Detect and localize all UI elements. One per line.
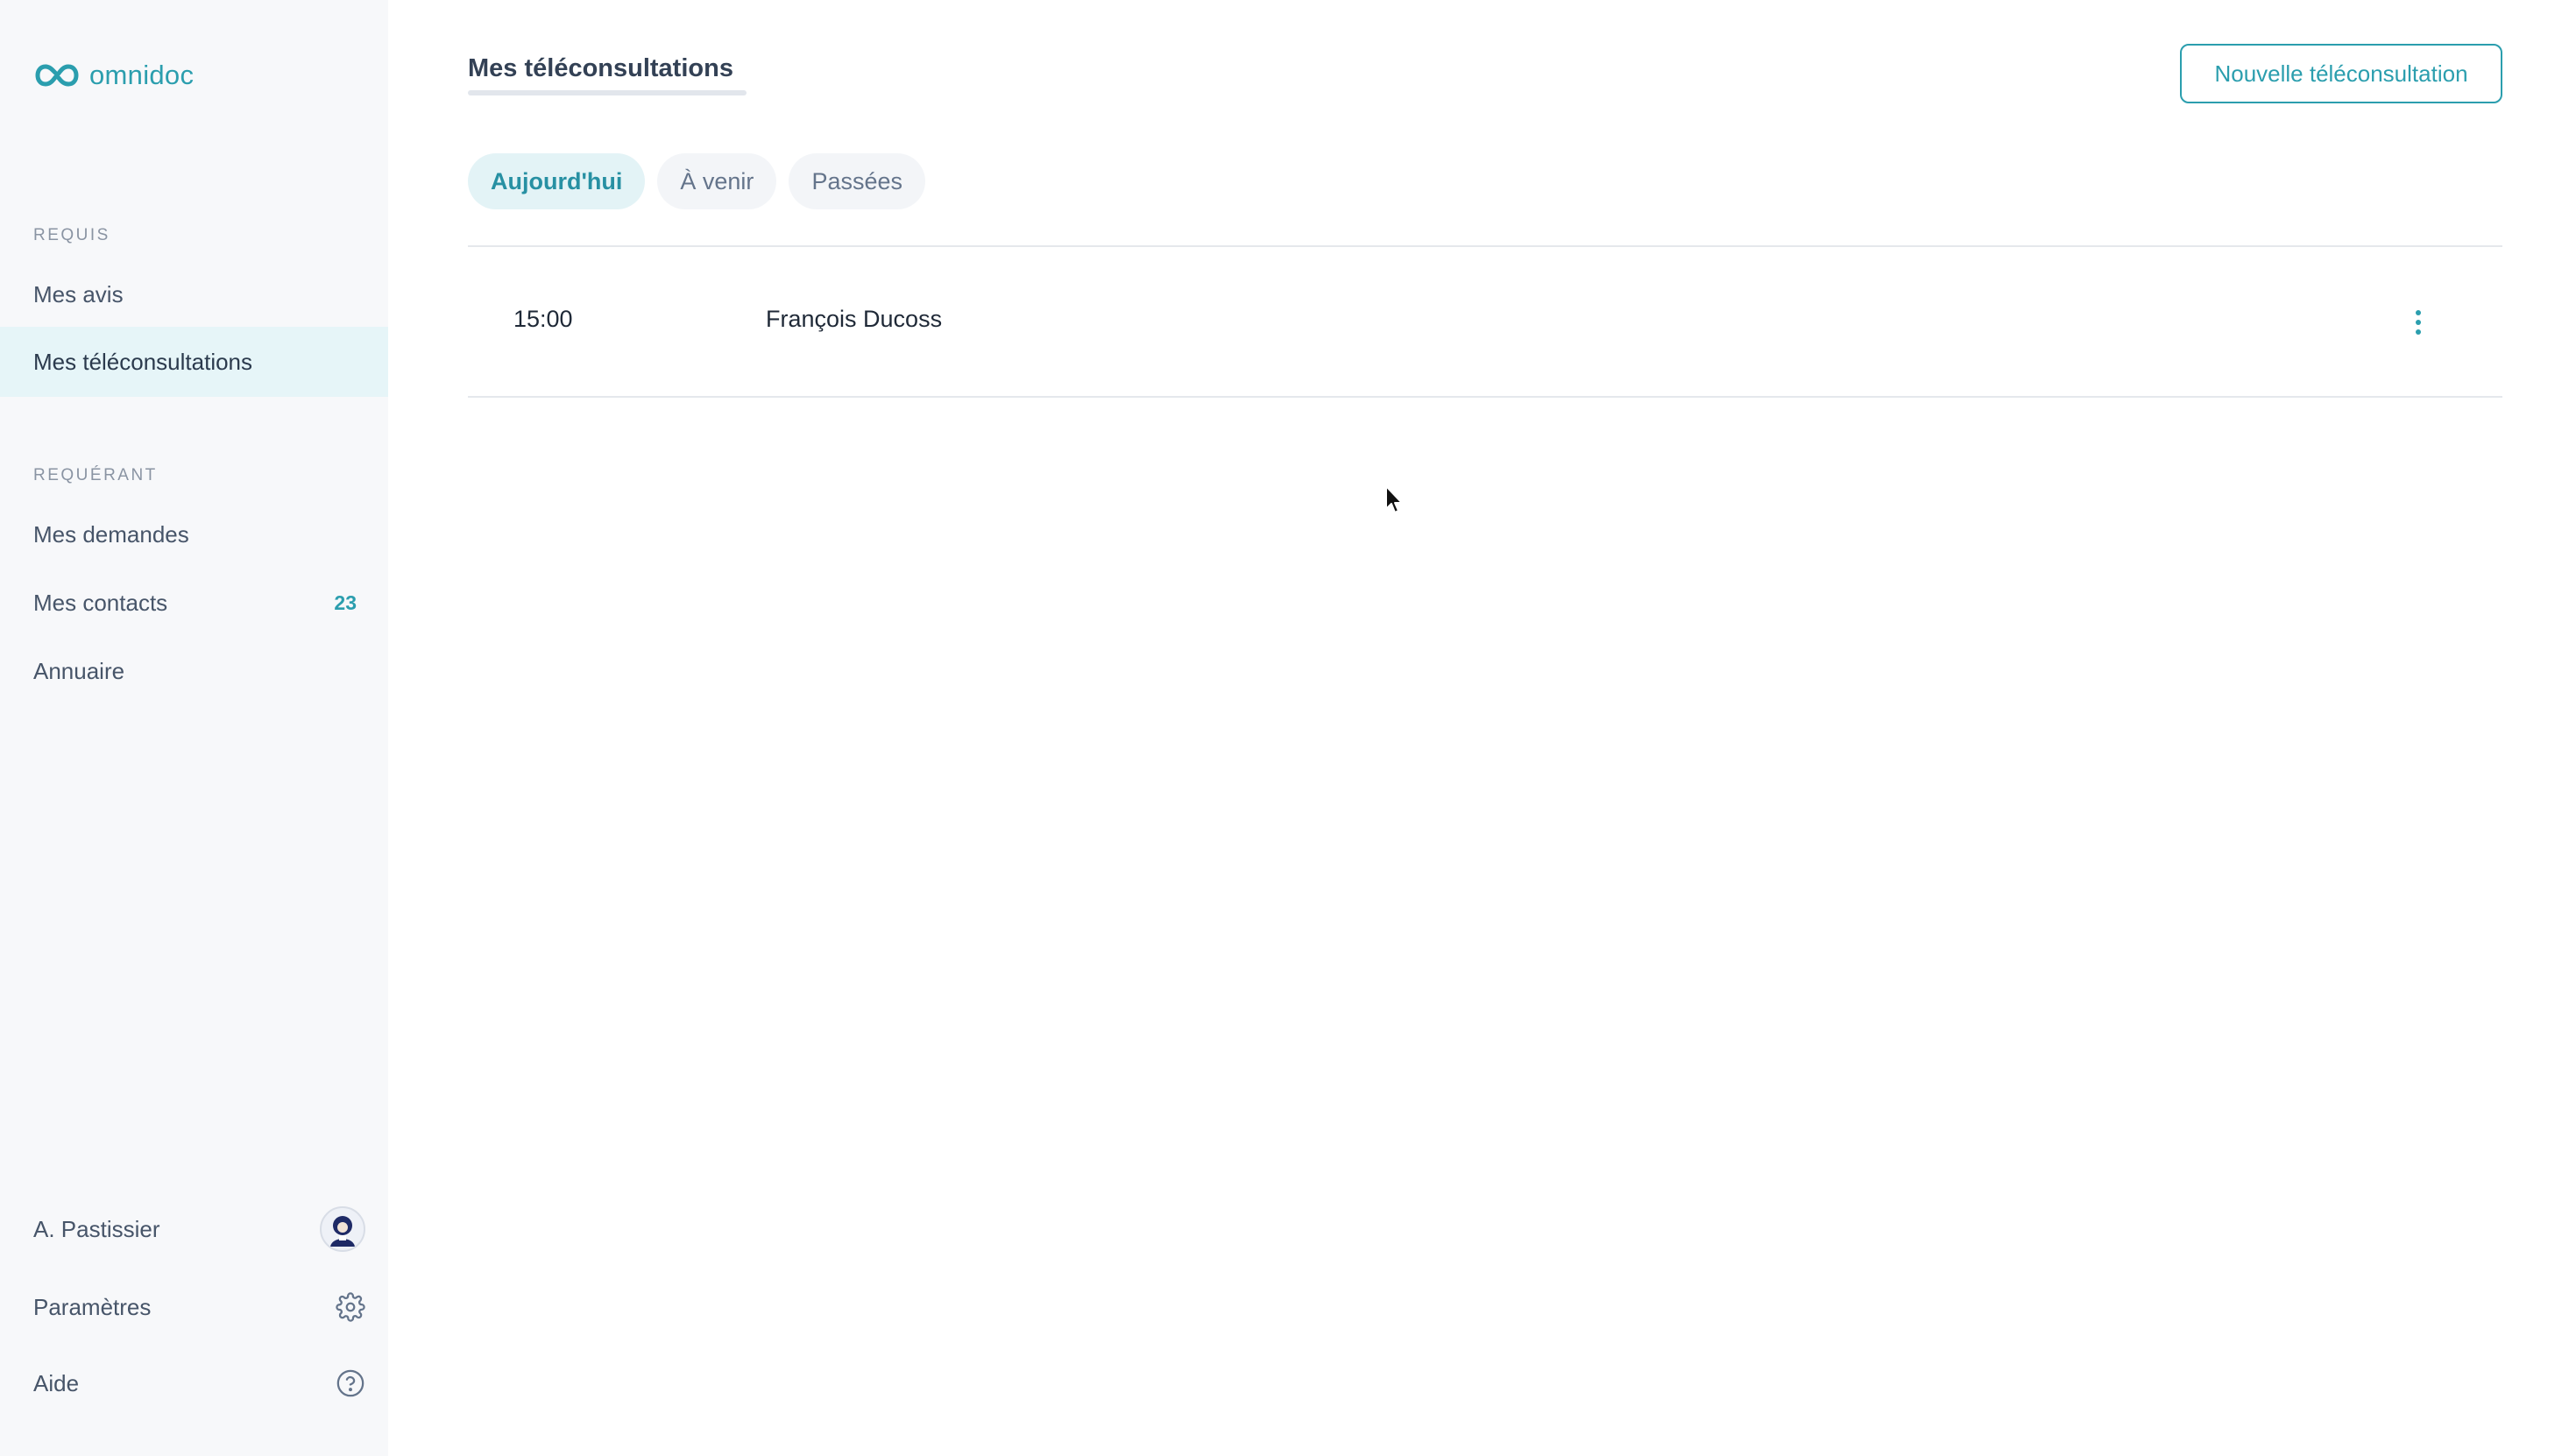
sidebar: omnidoc REQUIS Mes avis Mes téléconsulta…	[0, 0, 388, 1456]
settings-label: Paramètres	[33, 1293, 152, 1320]
title-underline	[468, 90, 747, 95]
consultation-time: 15:00	[513, 306, 573, 332]
user-menu[interactable]: A. Pastissier	[0, 1203, 388, 1255]
new-teleconsultation-button[interactable]: Nouvelle téléconsultation	[2180, 44, 2502, 103]
sidebar-item-label: Mes demandes	[33, 520, 189, 548]
help-link[interactable]: Aide	[0, 1357, 388, 1410]
tab-upcoming[interactable]: À venir	[657, 153, 777, 209]
contacts-count-badge: 23	[334, 590, 357, 614]
sidebar-item-mes-contacts[interactable]: Mes contacts 23	[0, 568, 388, 638]
avatar	[320, 1206, 365, 1252]
sidebar-item-label: Mes contacts	[33, 589, 168, 616]
sidebar-item-mes-demandes[interactable]: Mes demandes	[0, 499, 388, 569]
tab-bar: Aujourd'hui À venir Passées	[468, 153, 925, 209]
sidebar-item-label: Annuaire	[33, 657, 125, 684]
more-vertical-icon[interactable]	[2403, 303, 2434, 342]
sidebar-item-mes-teleconsultations[interactable]: Mes téléconsultations	[0, 327, 388, 397]
section-label-requis: REQUIS	[33, 226, 110, 244]
settings-link[interactable]: Paramètres	[0, 1281, 388, 1333]
table-row[interactable]: 15:00 François Ducoss	[468, 247, 2502, 396]
patient-name: François Ducoss	[766, 306, 943, 332]
section-label-requerant: REQUÉRANT	[33, 466, 158, 484]
help-label: Aide	[33, 1369, 80, 1396]
tab-today[interactable]: Aujourd'hui	[468, 153, 646, 209]
tab-past[interactable]: Passées	[789, 153, 925, 209]
user-name: A. Pastissier	[33, 1215, 160, 1242]
sidebar-item-annuaire[interactable]: Annuaire	[0, 636, 388, 706]
list-divider-bottom	[468, 396, 2502, 398]
help-circle-icon	[336, 1369, 364, 1397]
brand-name: omnidoc	[89, 60, 195, 90]
mouse-cursor-icon	[1385, 485, 1403, 513]
sidebar-item-mes-avis[interactable]: Mes avis	[0, 259, 388, 329]
sidebar-item-label: Mes téléconsultations	[33, 348, 253, 375]
gear-icon	[336, 1292, 365, 1322]
sidebar-item-label: Mes avis	[33, 280, 124, 307]
infinity-icon	[35, 64, 79, 87]
page-title: Mes téléconsultations	[468, 54, 733, 82]
brand-logo[interactable]: omnidoc	[35, 58, 194, 93]
